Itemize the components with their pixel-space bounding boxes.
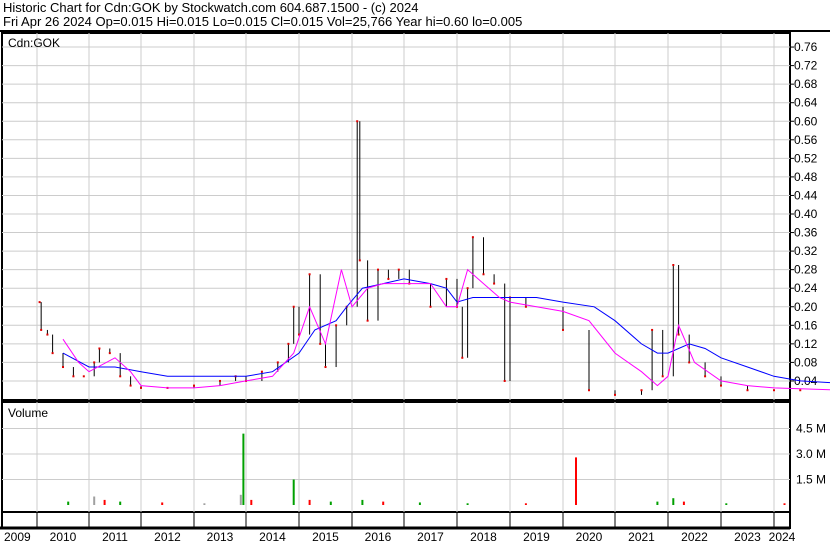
year-label: 2009 xyxy=(4,530,31,543)
price-tick-label: 0.68 xyxy=(794,77,818,91)
close-dot xyxy=(677,333,680,336)
close-dot xyxy=(129,384,132,387)
close-dot xyxy=(276,361,279,364)
close-dot xyxy=(672,264,675,267)
volume-panel xyxy=(1,401,791,513)
year-label: 2014 xyxy=(259,530,286,543)
price-tick-label: 0.24 xyxy=(794,281,818,295)
price-tick-label: 0.08 xyxy=(794,355,818,369)
close-dot xyxy=(397,268,400,271)
year-label: 2023 xyxy=(734,530,761,543)
close-dot xyxy=(292,305,295,308)
close-dot xyxy=(429,305,432,308)
close-dot xyxy=(108,352,111,355)
close-dot xyxy=(366,319,369,322)
price-tick-label: 0.76 xyxy=(794,40,818,54)
close-dot xyxy=(38,301,41,304)
year-label: 2010 xyxy=(50,530,77,543)
close-dot xyxy=(387,277,390,280)
chart-window: Historic Chart for Cdn:GOK by Stockwatch… xyxy=(0,0,830,543)
close-dot xyxy=(688,361,691,364)
close-dot xyxy=(335,324,338,327)
close-dot xyxy=(466,287,469,290)
close-dot xyxy=(356,120,359,123)
close-dot xyxy=(62,366,64,369)
price-tick-label: 0.48 xyxy=(794,170,818,184)
close-dot xyxy=(308,273,311,276)
price-tick-label: 0.60 xyxy=(794,114,818,128)
close-dot xyxy=(588,389,590,392)
close-dot xyxy=(51,352,54,355)
close-dot xyxy=(720,384,722,387)
close-dot xyxy=(746,389,749,392)
year-label: 2017 xyxy=(417,530,444,543)
spacer-panel xyxy=(1,511,791,529)
close-dot xyxy=(445,277,448,280)
close-dot xyxy=(93,361,96,364)
close-dot xyxy=(46,333,49,336)
price-tick-label: 0.28 xyxy=(794,263,818,277)
close-dot xyxy=(461,356,464,359)
close-dot xyxy=(773,389,775,392)
price-tick-label: 0.32 xyxy=(794,244,818,258)
close-dot xyxy=(661,375,664,378)
price-tick-label: 0.44 xyxy=(794,188,818,202)
ticker-label: Cdn:GOK xyxy=(8,36,60,50)
year-label: 2020 xyxy=(576,530,603,543)
price-tick-label: 0.64 xyxy=(794,96,818,110)
year-label: 2022 xyxy=(681,530,708,543)
close-dot xyxy=(482,273,485,276)
price-tick-label: 0.56 xyxy=(794,133,818,147)
year-label: 2019 xyxy=(523,530,550,543)
volume-tick-label: 1.5 M xyxy=(796,473,826,487)
year-label: 2018 xyxy=(470,530,497,543)
close-dot xyxy=(524,305,527,308)
price-tick-label: 0.20 xyxy=(794,300,818,314)
close-dot xyxy=(471,236,474,239)
close-dot xyxy=(40,328,43,331)
price-tick-label: 0.52 xyxy=(794,151,818,165)
close-dot xyxy=(287,342,290,345)
price-panel xyxy=(1,32,791,401)
close-dot xyxy=(260,370,263,373)
volume-tick-label: 3.0 M xyxy=(796,447,826,461)
year-label: 2024 xyxy=(769,530,796,543)
close-dot xyxy=(704,375,707,378)
volume-tick-label: 4.5 M xyxy=(796,422,826,436)
year-label: 2012 xyxy=(154,530,181,543)
stock-chart: 0.040.080.120.160.200.240.280.320.360.40… xyxy=(0,30,830,543)
close-dot xyxy=(319,342,322,345)
close-dot xyxy=(193,384,195,387)
close-dot xyxy=(799,389,802,392)
close-dot xyxy=(640,389,643,392)
price-tick-label: 0.36 xyxy=(794,226,818,240)
close-dot xyxy=(503,379,506,382)
volume-label: Volume xyxy=(8,406,48,420)
year-label: 2016 xyxy=(365,530,392,543)
close-dot xyxy=(562,328,564,331)
year-label: 2011 xyxy=(102,530,128,543)
close-dot xyxy=(72,375,75,378)
price-tick-label: 0.12 xyxy=(794,337,818,351)
close-dot xyxy=(98,347,101,350)
year-label: 2015 xyxy=(312,530,339,543)
close-dot xyxy=(493,282,496,285)
price-tick-label: 0.72 xyxy=(794,59,818,73)
close-dot xyxy=(324,366,327,369)
close-dot xyxy=(377,268,379,271)
price-tick-label: 0.40 xyxy=(794,207,818,221)
close-dot xyxy=(614,393,616,396)
close-dot xyxy=(82,375,85,378)
close-dot xyxy=(140,386,142,389)
close-dot xyxy=(651,328,654,331)
year-label: 2021 xyxy=(628,530,655,543)
close-dot xyxy=(119,375,122,378)
year-label: 2013 xyxy=(207,530,234,543)
price-tick-label: 0.16 xyxy=(794,318,818,332)
close-dot xyxy=(358,259,361,262)
close-dot xyxy=(219,379,221,382)
